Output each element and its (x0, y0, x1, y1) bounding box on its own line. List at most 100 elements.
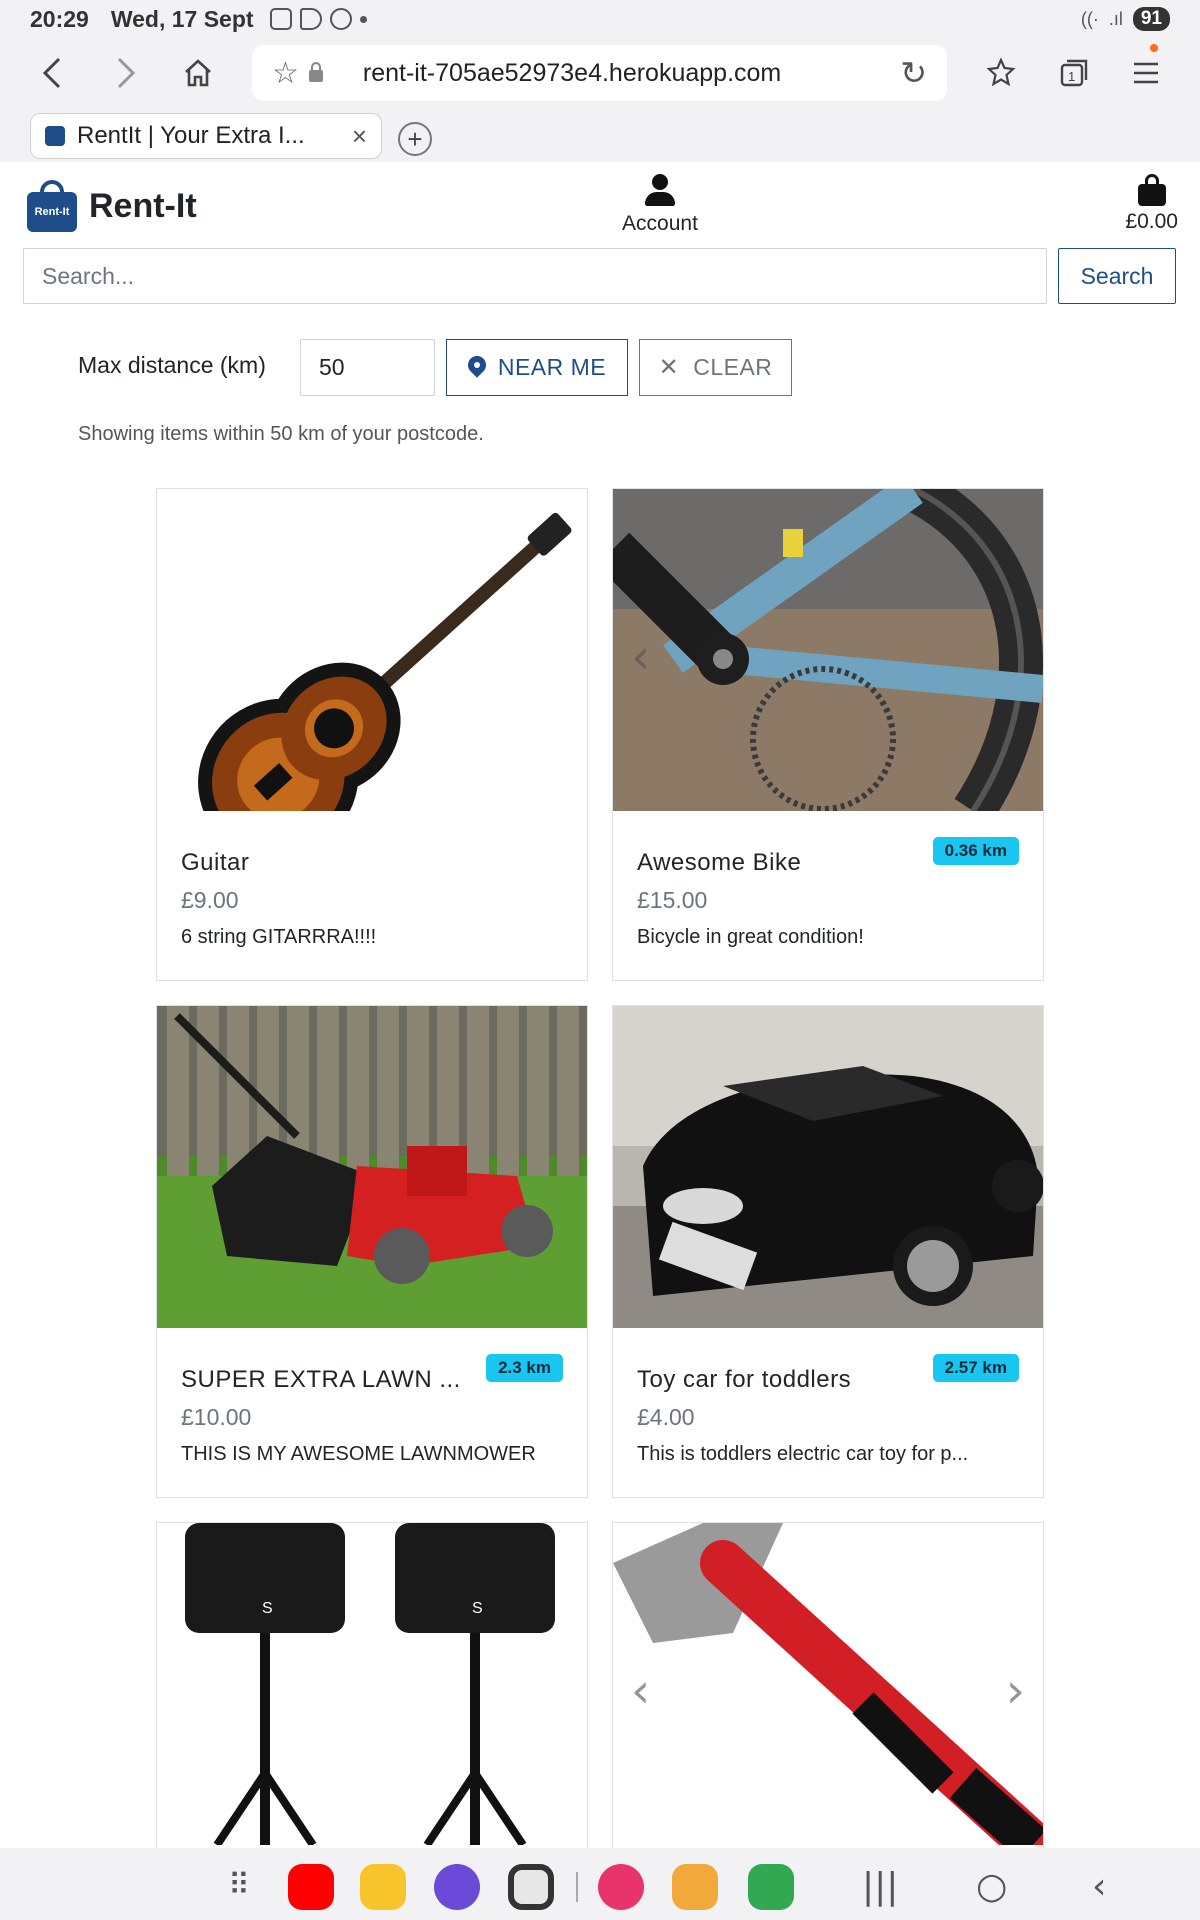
person-icon (643, 174, 677, 208)
max-distance-label: Max distance (km) (78, 352, 266, 378)
cart-total[interactable]: £0.00 (1125, 210, 1178, 234)
near-me-button[interactable]: NEAR ME (446, 339, 628, 396)
carousel-prev-icon[interactable]: ‹ (631, 629, 650, 685)
home-icon[interactable] (162, 38, 234, 108)
product-card[interactable]: ‹ › (612, 1522, 1044, 1852)
bag-icon (1137, 174, 1166, 206)
product-price: £4.00 (637, 1404, 695, 1430)
brand-name[interactable]: Rent-It (89, 187, 197, 226)
max-distance-input[interactable] (300, 339, 435, 396)
gallery-app-icon[interactable] (598, 1864, 644, 1910)
forward-icon[interactable] (90, 38, 162, 108)
url-text[interactable]: rent-it-705ae52973e4.herokuapp.com (363, 59, 900, 88)
product-title[interactable]: Guitar (181, 849, 249, 877)
product-title[interactable]: SUPER EXTRA LAWN ... (181, 1366, 461, 1394)
new-tab-button[interactable]: + (398, 122, 432, 156)
product-image[interactable] (157, 489, 587, 811)
reload-icon[interactable]: ↻ (900, 54, 927, 92)
axe-image (613, 1523, 1043, 1845)
recent-apps-icon[interactable]: ||| (862, 1866, 898, 1907)
svg-text:1: 1 (1068, 69, 1075, 84)
tabs-icon[interactable]: 1 (1038, 38, 1110, 108)
guitar-image (157, 489, 587, 811)
search-button[interactable]: Search (1058, 248, 1176, 304)
account-label[interactable]: Account (600, 212, 720, 236)
toy-car-image (613, 1006, 1043, 1328)
status-date: Wed, 17 Sept (110, 5, 254, 32)
shopping-bag-logo-icon: Rent-It (27, 180, 77, 232)
play-icon (299, 8, 322, 30)
android-status-bar: 20:29 Wed, 17 Sept ((· .ıl 91 (0, 0, 1200, 38)
near-me-label: NEAR ME (497, 354, 607, 380)
home-button-icon[interactable]: ○ (976, 1866, 1007, 1907)
product-card[interactable]: 2.57 km Toy car for toddlers £4.00 This … (612, 1005, 1044, 1498)
logo-badge-text: Rent-It (27, 192, 77, 232)
product-image[interactable]: ‹ › (613, 1523, 1043, 1845)
product-description: 6 string GITARRRA!!!! (181, 926, 377, 948)
page: 20:29 Wed, 17 Sept ((· .ıl 91 ☆ rent-it-… (0, 0, 1200, 1920)
carousel-next-icon[interactable]: › (1006, 1663, 1025, 1719)
tab-title[interactable]: RentIt | Your Extra I... (77, 122, 342, 150)
close-icon: ✕ (658, 354, 680, 381)
distance-summary: Showing items within 50 km of your postc… (78, 423, 484, 445)
location-pin-icon (468, 356, 486, 380)
product-title[interactable]: Awesome Bike (637, 849, 801, 877)
camera-app-icon[interactable] (508, 1864, 554, 1910)
dock-divider (576, 1872, 578, 1902)
wifi-icon: ((· (1080, 8, 1099, 29)
product-description: This is toddlers electric car toy for p.… (637, 1443, 969, 1465)
play-store-icon[interactable] (748, 1864, 794, 1910)
clear-button[interactable]: ✕ CLEAR (639, 339, 792, 396)
product-price: £15.00 (637, 887, 708, 913)
app-drawer-icon[interactable]: ⠿ (228, 1868, 250, 1903)
lawnmower-image (157, 1006, 587, 1328)
back-button-icon[interactable]: ‹ (1092, 1866, 1106, 1907)
speakers-image: S S (157, 1523, 587, 1845)
menu-notification-dot (1150, 44, 1158, 52)
distance-badge: 2.3 km (486, 1354, 563, 1382)
tab-close-icon[interactable]: × (352, 121, 367, 152)
android-nav-bar: ⠿ ||| ○ ‹ (0, 1848, 1200, 1920)
notification-icons (269, 8, 367, 30)
product-card[interactable]: Guitar £9.00 6 string GITARRRA!!!! (156, 488, 588, 981)
youtube-app-icon[interactable] (288, 1864, 334, 1910)
browser-tab[interactable]: RentIt | Your Extra I... × (30, 113, 382, 159)
svg-text:S: S (262, 1600, 273, 1617)
tab-favicon-icon (45, 126, 65, 146)
product-image[interactable]: S S (157, 1523, 587, 1845)
clear-label: CLEAR (693, 354, 773, 380)
status-time: 20:29 (30, 5, 89, 32)
product-image[interactable]: ‹ (613, 489, 1043, 811)
lock-icon (308, 62, 323, 82)
browser-app-icon[interactable] (434, 1864, 480, 1910)
signal-icon: .ıl (1108, 8, 1123, 29)
distance-badge: 2.57 km (932, 1354, 1019, 1382)
brand-logo[interactable]: Rent-It Rent-It (27, 180, 197, 232)
site-header: Rent-It Rent-It Account £0.00 (0, 162, 1200, 244)
bookmark-star-icon[interactable]: ☆ (272, 56, 299, 91)
product-image[interactable] (613, 1006, 1043, 1328)
files-app-icon[interactable] (360, 1864, 406, 1910)
svg-text:S: S (472, 1600, 483, 1617)
search-input[interactable] (23, 248, 1047, 304)
account-link[interactable]: Account (600, 174, 720, 236)
product-price: £10.00 (181, 1404, 252, 1430)
menu-icon[interactable] (1110, 38, 1182, 108)
carousel-prev-icon[interactable]: ‹ (631, 1663, 650, 1719)
battery-icon: 91 (1132, 7, 1170, 31)
bookmarks-icon[interactable] (965, 38, 1037, 108)
product-description: Bicycle in great condition! (637, 926, 864, 948)
cart-link[interactable]: £0.00 (1125, 174, 1178, 234)
screenshot-icon (269, 8, 292, 30)
bixby-icon (329, 8, 352, 30)
product-card[interactable]: ‹ 0.36 km Awesome Bike £15.00 Bicycle in… (612, 488, 1044, 981)
product-image[interactable] (157, 1006, 587, 1328)
product-card[interactable]: 2.3 km SUPER EXTRA LAWN ... £10.00 THIS … (156, 1005, 588, 1498)
browser-toolbar: ☆ rent-it-705ae52973e4.herokuapp.com ↻ 1 (0, 38, 1200, 108)
product-title[interactable]: Toy car for toddlers (637, 1366, 851, 1394)
product-card[interactable]: S S (156, 1522, 588, 1852)
back-icon[interactable] (16, 38, 88, 108)
bike-image (613, 489, 1043, 811)
address-bar[interactable]: ☆ rent-it-705ae52973e4.herokuapp.com ↻ (252, 45, 947, 101)
game-app-icon[interactable] (672, 1864, 718, 1910)
